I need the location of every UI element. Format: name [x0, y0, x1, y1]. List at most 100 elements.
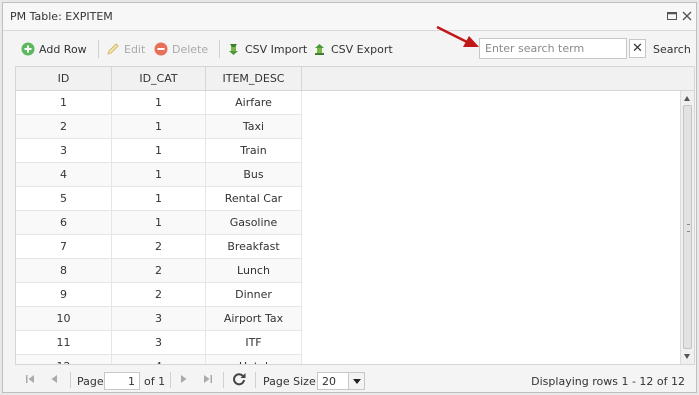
cell-item-desc: Dinner: [206, 283, 302, 307]
cell-id-cat: 2: [112, 235, 206, 259]
cell-id-cat: 2: [112, 259, 206, 283]
refresh-icon[interactable]: [231, 371, 247, 387]
add-row-button[interactable]: Add Row: [21, 41, 87, 57]
cell-id: 6: [16, 211, 112, 235]
cell-id-cat: 1: [112, 115, 206, 139]
edit-label: Edit: [124, 42, 146, 56]
cell-id-cat: 3: [112, 307, 206, 331]
delete-icon: [154, 42, 168, 56]
pencil-icon: [107, 43, 119, 55]
red-arrow-annotation: [436, 25, 479, 47]
chevron-down-icon[interactable]: [348, 373, 364, 389]
cell-item-desc: Rental Car: [206, 187, 302, 211]
delete-label: Delete: [172, 42, 209, 56]
cell-item-desc: Taxi: [206, 115, 302, 139]
rows-status: Displaying rows 1 - 12 of 12: [531, 375, 685, 388]
cell-id-cat: 1: [112, 91, 206, 115]
cell-id: 1: [16, 91, 112, 115]
csv-import-button[interactable]: CSV Import: [226, 41, 307, 57]
cell-id-cat: 3: [112, 331, 206, 355]
cell-id: 11: [16, 331, 112, 355]
column-header-item-desc[interactable]: ITEM_DESC: [206, 67, 302, 91]
csv-export-button[interactable]: CSV Export: [312, 41, 393, 57]
table-row[interactable]: 10 3 Airport Tax: [16, 307, 302, 331]
cell-id: 7: [16, 235, 112, 259]
cell-id: 8: [16, 259, 112, 283]
first-page-icon[interactable]: [23, 372, 37, 386]
edit-button[interactable]: Edit: [106, 41, 145, 57]
scroll-down-icon[interactable]: [684, 354, 690, 359]
cell-item-desc: Train: [206, 139, 302, 163]
csv-export-label: CSV Export: [331, 42, 393, 56]
last-page-icon[interactable]: [201, 372, 215, 386]
pager: Page of 1 Page Size: 20 Displaying rows …: [15, 366, 695, 394]
cell-item-desc: Hotel: [206, 355, 302, 364]
page-size-select[interactable]: 20: [317, 372, 365, 390]
grid-header: ID ID_CAT ITEM_DESC: [16, 67, 694, 91]
page-number-input[interactable]: [104, 372, 140, 390]
search-field[interactable]: [479, 38, 627, 59]
table-row[interactable]: 3 1 Train: [16, 139, 302, 163]
csv-import-label: CSV Import: [245, 42, 308, 56]
table-row[interactable]: 124Hotel: [16, 355, 302, 364]
window-titlebar: PM Table: EXPITEM: [3, 3, 696, 31]
close-icon[interactable]: [681, 10, 693, 22]
cell-item-desc: Bus: [206, 163, 302, 187]
vertical-scrollbar[interactable]: [680, 91, 694, 364]
page-size-label: Page Size:: [263, 375, 320, 388]
cell-id: 3: [16, 139, 112, 163]
search-button[interactable]: Search: [653, 43, 691, 56]
maximize-icon[interactable]: [666, 10, 678, 22]
cell-id: 10: [16, 307, 112, 331]
pm-table-window: PM Table: EXPITEM Add Row Edit Delete CS…: [2, 2, 697, 393]
pager-divider: [70, 372, 71, 388]
table-row[interactable]: 9 2 Dinner: [16, 283, 302, 307]
cell-id-cat: 1: [112, 211, 206, 235]
table-row[interactable]: 2 1 Taxi: [16, 115, 302, 139]
cell-id-cat: 1: [112, 187, 206, 211]
cell-id-cat: 1: [112, 139, 206, 163]
pager-divider: [170, 372, 171, 388]
cell-id: 2: [16, 115, 112, 139]
table-row[interactable]: 4 1 Bus: [16, 163, 302, 187]
cell-id: 9: [16, 283, 112, 307]
page-count-label: of 1: [144, 375, 166, 388]
data-grid: ID ID_CAT ITEM_DESC 1 1 Airfare 2 1 Taxi 3 1 Tra…: [15, 66, 695, 365]
next-page-icon[interactable]: [177, 372, 191, 386]
window-title: PM Table: EXPITEM: [10, 10, 113, 23]
cell-id: 4: [16, 163, 112, 187]
table-row[interactable]: 11 3 ITF: [16, 331, 302, 355]
toolbar-divider: [219, 40, 220, 58]
grid-body: 1 1 Airfare 2 1 Taxi 3 1 Train 4 1 Bus 5 1 Rental Car 6…: [16, 91, 680, 364]
csv-import-icon: [229, 43, 238, 55]
page-label: Page: [77, 375, 104, 388]
pager-divider: [223, 372, 224, 388]
cell-item-desc: Breakfast: [206, 235, 302, 259]
previous-page-icon[interactable]: [47, 372, 61, 386]
cell-id-cat: 4: [112, 355, 206, 364]
scroll-thumb[interactable]: [683, 105, 692, 349]
delete-button[interactable]: Delete: [154, 41, 208, 57]
table-row[interactable]: 8 2 Lunch: [16, 259, 302, 283]
search-input[interactable]: [480, 39, 620, 58]
table-row[interactable]: 7 2 Breakfast: [16, 235, 302, 259]
column-header-id[interactable]: ID: [16, 67, 112, 91]
table-row[interactable]: 1 1 Airfare: [16, 91, 302, 115]
cell-item-desc: Airport Tax: [206, 307, 302, 331]
add-icon: [21, 42, 35, 56]
cell-item-desc: Lunch: [206, 259, 302, 283]
column-header-id-cat[interactable]: ID_CAT: [112, 67, 206, 91]
csv-export-icon: [315, 43, 324, 55]
scroll-up-icon[interactable]: [684, 96, 690, 101]
page-size-value: 20: [322, 375, 336, 388]
cell-item-desc: Airfare: [206, 91, 302, 115]
table-row[interactable]: 6 1 Gasoline: [16, 211, 302, 235]
pager-divider: [255, 372, 256, 388]
table-row[interactable]: 5 1 Rental Car: [16, 187, 302, 211]
add-row-label: Add Row: [39, 42, 87, 56]
cell-id: 5: [16, 187, 112, 211]
clear-search-icon[interactable]: ✕: [629, 39, 646, 58]
cell-id-cat: 2: [112, 283, 206, 307]
toolbar-divider: [98, 40, 99, 58]
cell-id-cat: 1: [112, 163, 206, 187]
